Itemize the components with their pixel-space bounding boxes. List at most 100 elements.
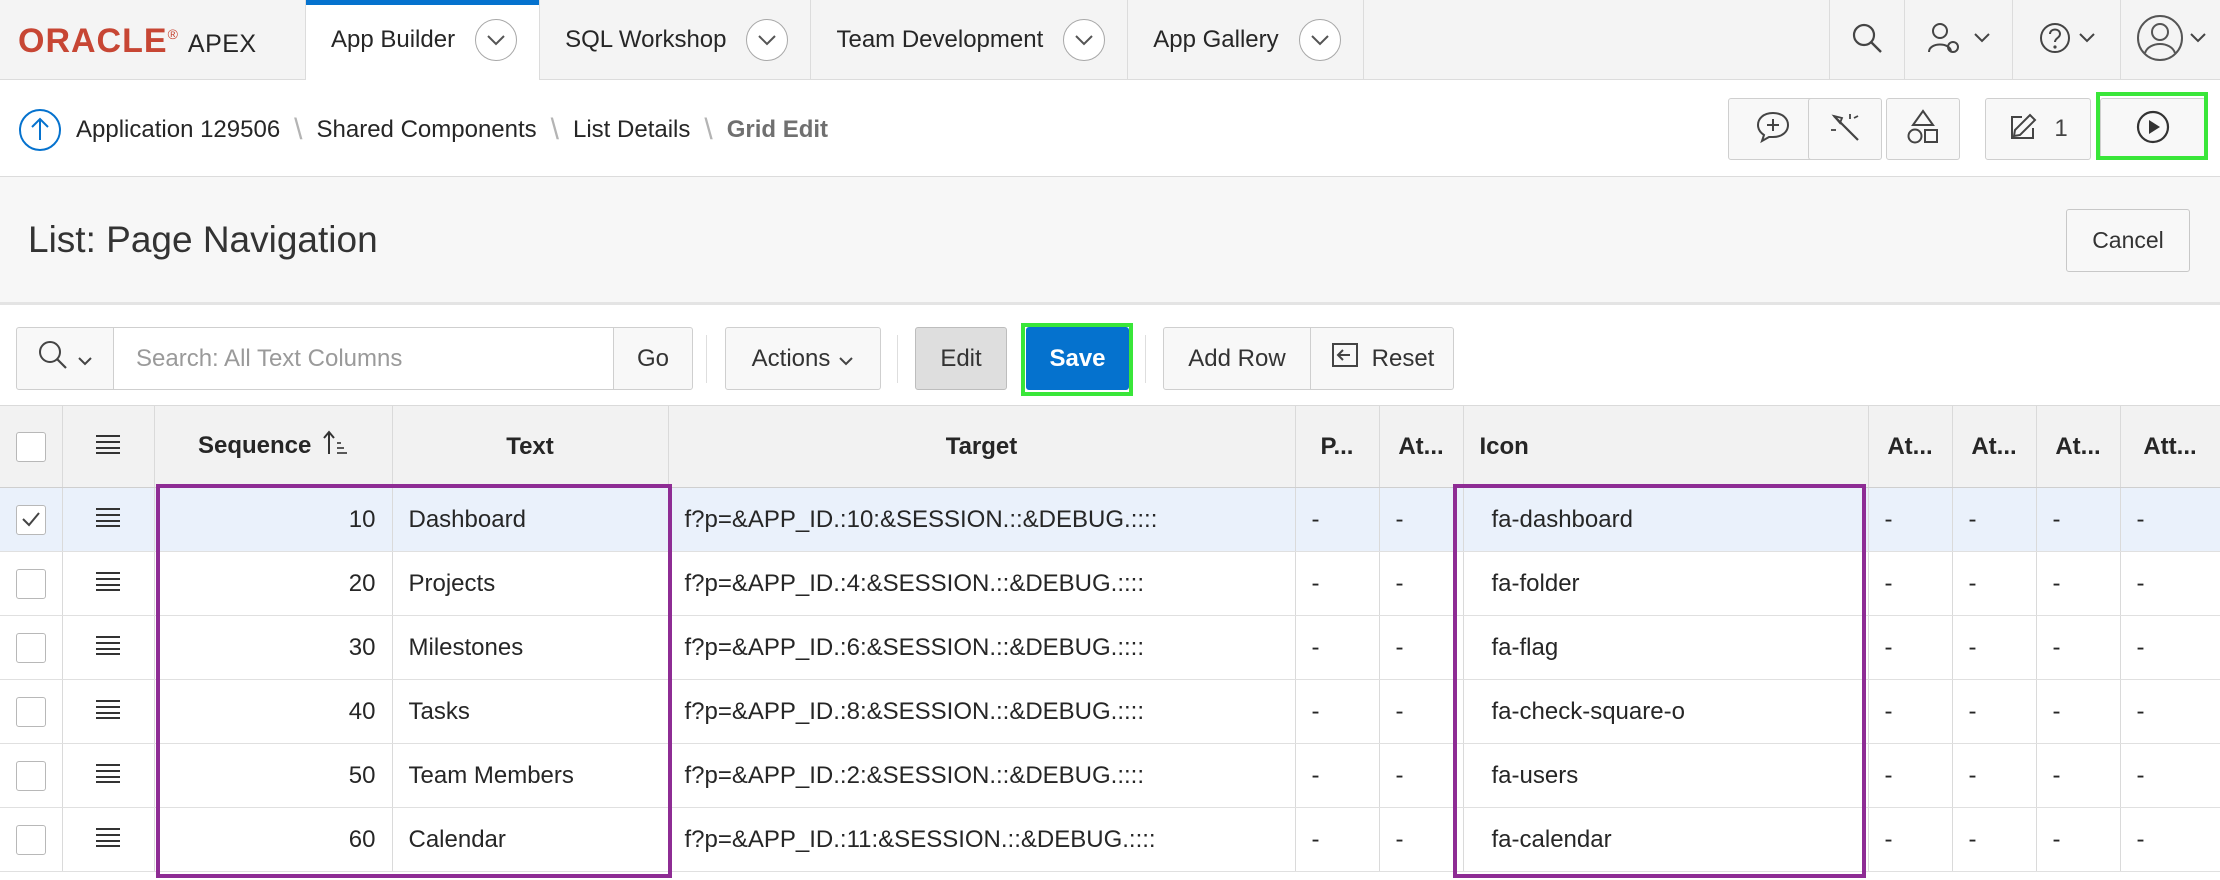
row-select-cell[interactable]: [0, 743, 63, 808]
cell-at[interactable]: -: [1379, 487, 1464, 552]
row-checkbox[interactable]: [15, 696, 46, 727]
edit-page-button[interactable]: 1: [1985, 98, 2091, 160]
reset-button[interactable]: Reset: [1311, 327, 1454, 390]
column-header-at[interactable]: At...: [1379, 405, 1464, 488]
cell-target[interactable]: f?p=&APP_ID.:8:&SESSION.::&DEBUG.::::: [668, 679, 1296, 744]
cell-at[interactable]: -: [1379, 615, 1464, 680]
cell-attr-1[interactable]: -: [1868, 679, 1953, 744]
breadcrumb-list-details[interactable]: List Details: [573, 116, 690, 144]
cell-target[interactable]: f?p=&APP_ID.:2:&SESSION.::&DEBUG.::::: [668, 743, 1296, 808]
chevron-down-icon[interactable]: [746, 19, 789, 61]
cell-attr-3[interactable]: -: [2036, 551, 2121, 616]
cell-target[interactable]: f?p=&APP_ID.:10:&SESSION.::&DEBUG.::::: [668, 487, 1296, 552]
actions-menu-button[interactable]: Actions: [725, 327, 881, 390]
row-actions-cell[interactable]: [62, 551, 155, 616]
tab-app-gallery[interactable]: App Gallery: [1127, 0, 1364, 80]
cell-attr-2[interactable]: -: [1952, 615, 2037, 680]
cell-attr-2[interactable]: -: [1952, 551, 2037, 616]
user-menu[interactable]: [2120, 0, 2220, 80]
row-actions-cell[interactable]: [62, 743, 155, 808]
cell-attr-1[interactable]: -: [1868, 807, 1953, 872]
column-header-target[interactable]: Target: [668, 405, 1296, 488]
row-select-cell[interactable]: [0, 615, 63, 680]
cell-attr-3[interactable]: -: [2036, 743, 2121, 808]
feedback-button[interactable]: [1728, 98, 1818, 160]
row-actions-cell[interactable]: [62, 679, 155, 744]
row-select-cell[interactable]: [0, 487, 63, 552]
row-checkbox[interactable]: [15, 824, 46, 855]
add-row-button[interactable]: Add Row: [1163, 327, 1311, 390]
row-actions-cell[interactable]: [62, 487, 155, 552]
cell-attr-4[interactable]: -: [2120, 743, 2220, 808]
tab-app-builder[interactable]: App Builder: [305, 0, 540, 80]
column-header-attr-2[interactable]: At...: [1952, 405, 2037, 488]
row-checkbox[interactable]: [15, 568, 46, 599]
cell-attr-2[interactable]: -: [1952, 679, 2037, 744]
row-select-cell[interactable]: [0, 679, 63, 744]
go-button[interactable]: Go: [613, 327, 693, 390]
breadcrumb-application[interactable]: Application 129506: [76, 116, 280, 144]
cell-attr-1[interactable]: -: [1868, 743, 1953, 808]
row-select-cell[interactable]: [0, 807, 63, 872]
cancel-button[interactable]: Cancel: [2066, 209, 2190, 272]
select-all-cell[interactable]: [0, 405, 63, 488]
cell-attr-4[interactable]: -: [2120, 551, 2220, 616]
cell-attr-1[interactable]: -: [1868, 487, 1953, 552]
cell-attr-2[interactable]: -: [1952, 807, 2037, 872]
cell-attr-2[interactable]: -: [1952, 487, 2037, 552]
up-arrow-icon[interactable]: [18, 108, 62, 152]
cell-attr-4[interactable]: -: [2120, 487, 2220, 552]
cell-p[interactable]: -: [1295, 551, 1380, 616]
cell-attr-4[interactable]: -: [2120, 615, 2220, 680]
column-header-p[interactable]: P...: [1295, 405, 1380, 488]
breadcrumb-shared-components[interactable]: Shared Components: [317, 116, 537, 144]
cell-target[interactable]: f?p=&APP_ID.:6:&SESSION.::&DEBUG.::::: [668, 615, 1296, 680]
cell-attr-3[interactable]: -: [2036, 807, 2121, 872]
chevron-down-icon[interactable]: [475, 19, 518, 61]
edit-mode-button[interactable]: Edit: [915, 327, 1007, 390]
administration-menu[interactable]: [1904, 0, 2012, 80]
cell-at[interactable]: -: [1379, 679, 1464, 744]
chevron-down-icon[interactable]: [1063, 19, 1106, 61]
search-button[interactable]: [1829, 0, 1904, 80]
shared-components-button[interactable]: [1886, 98, 1960, 160]
help-menu[interactable]: [2012, 0, 2120, 80]
cell-p[interactable]: -: [1295, 743, 1380, 808]
cell-p[interactable]: -: [1295, 487, 1380, 552]
cell-attr-1[interactable]: -: [1868, 615, 1953, 680]
column-header-attr-3[interactable]: At...: [2036, 405, 2121, 488]
row-actions-header[interactable]: [62, 405, 155, 488]
column-header-icon[interactable]: Icon: [1463, 405, 1869, 488]
row-actions-cell[interactable]: [62, 807, 155, 872]
column-header-attr-1[interactable]: At...: [1868, 405, 1953, 488]
cell-attr-1[interactable]: -: [1868, 551, 1953, 616]
oracle-apex-logo[interactable]: ORACLE ® APEX: [18, 22, 257, 60]
cell-at[interactable]: -: [1379, 807, 1464, 872]
column-header-attr-4[interactable]: Att...: [2120, 405, 2220, 488]
search-input[interactable]: Search: All Text Columns: [114, 327, 614, 390]
cell-p[interactable]: -: [1295, 807, 1380, 872]
cell-attr-2[interactable]: -: [1952, 743, 2037, 808]
cell-at[interactable]: -: [1379, 743, 1464, 808]
cell-p[interactable]: -: [1295, 679, 1380, 744]
cell-attr-3[interactable]: -: [2036, 679, 2121, 744]
cell-target[interactable]: f?p=&APP_ID.:11:&SESSION.::&DEBUG.::::: [668, 807, 1296, 872]
row-select-cell[interactable]: [0, 551, 63, 616]
row-checkbox[interactable]: [15, 760, 46, 791]
row-checkbox[interactable]: [15, 504, 46, 535]
column-header-sequence[interactable]: Sequence: [154, 405, 393, 488]
tab-sql-workshop[interactable]: SQL Workshop: [539, 0, 810, 80]
tab-team-development[interactable]: Team Development: [810, 0, 1127, 80]
chevron-down-icon[interactable]: [1298, 19, 1341, 61]
row-actions-cell[interactable]: [62, 615, 155, 680]
cell-at[interactable]: -: [1379, 551, 1464, 616]
cell-attr-3[interactable]: -: [2036, 487, 2121, 552]
select-all-checkbox[interactable]: [15, 431, 46, 462]
cell-attr-3[interactable]: -: [2036, 615, 2121, 680]
cell-target[interactable]: f?p=&APP_ID.:4:&SESSION.::&DEBUG.::::: [668, 551, 1296, 616]
row-checkbox[interactable]: [15, 632, 46, 663]
cell-p[interactable]: -: [1295, 615, 1380, 680]
search-column-selector[interactable]: [16, 327, 114, 390]
cell-attr-4[interactable]: -: [2120, 679, 2220, 744]
column-header-text[interactable]: Text: [392, 405, 669, 488]
